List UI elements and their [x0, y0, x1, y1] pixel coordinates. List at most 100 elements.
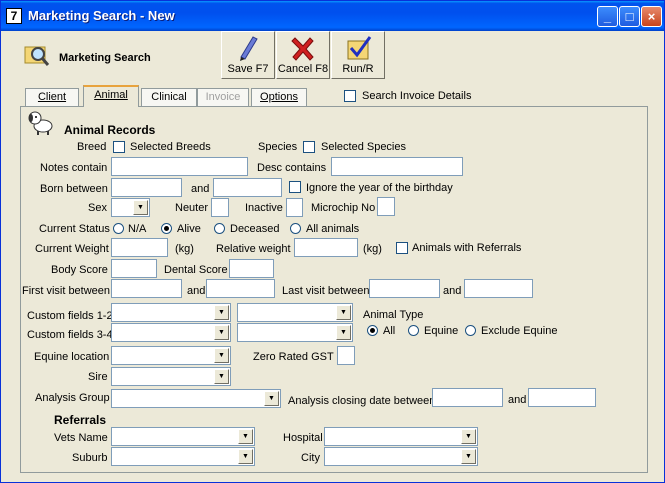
microchip-field[interactable]: [377, 197, 395, 216]
chevron-down-icon[interactable]: ▼: [336, 325, 351, 340]
tab-clinical[interactable]: Clinical: [141, 88, 197, 106]
chevron-down-icon[interactable]: ▼: [133, 200, 148, 215]
sire-label: Sire: [88, 371, 108, 383]
window-title: Marketing Search - New: [28, 8, 175, 23]
magnifier-folder-icon: [24, 46, 50, 66]
tab-options[interactable]: Options: [251, 88, 307, 106]
zero-rated-gst-field[interactable]: [337, 346, 355, 365]
chevron-down-icon[interactable]: ▼: [461, 449, 476, 464]
inactive-field[interactable]: [286, 198, 303, 217]
chevron-down-icon[interactable]: ▼: [238, 449, 253, 464]
vets-name-label: Vets Name: [54, 432, 108, 444]
analysis-group-dropdown[interactable]: ▼: [111, 389, 281, 408]
city-label: City: [301, 452, 320, 464]
city-dropdown[interactable]: ▼: [324, 447, 478, 466]
chevron-down-icon[interactable]: ▼: [214, 305, 229, 320]
last-visit-to-input[interactable]: [464, 279, 533, 298]
status-alive-radio[interactable]: [161, 223, 172, 234]
status-deceased-label: Deceased: [230, 223, 280, 235]
animal-type-label: Animal Type: [363, 309, 424, 321]
suburb-label: Suburb: [72, 452, 108, 464]
toolbar-label: Marketing Search: [59, 52, 151, 64]
vets-name-dropdown[interactable]: ▼: [111, 427, 255, 446]
chevron-down-icon[interactable]: ▼: [214, 369, 229, 384]
hospital-dropdown[interactable]: ▼: [324, 427, 478, 446]
selected-breeds-label: Selected Breeds: [130, 141, 211, 153]
desc-contains-label: Desc contains: [257, 162, 327, 174]
close-button[interactable]: ×: [641, 6, 662, 27]
animals-with-referrals-checkbox[interactable]: [396, 242, 408, 254]
pen-icon: [240, 36, 258, 61]
relative-weight-unit: (kg): [363, 243, 382, 255]
last-visit-and-label: and: [443, 285, 462, 297]
app-icon: 7: [6, 8, 22, 24]
born-from-input[interactable]: [111, 178, 182, 197]
equine-location-dropdown[interactable]: ▼: [111, 346, 231, 365]
status-all-radio[interactable]: [290, 223, 301, 234]
custom-field-1-dropdown[interactable]: ▼: [111, 303, 231, 322]
neuter-field[interactable]: [211, 198, 229, 217]
search-invoice-details-checkbox[interactable]: [344, 90, 356, 102]
sire-dropdown[interactable]: ▼: [111, 367, 231, 386]
last-visit-from-input[interactable]: [369, 279, 440, 298]
current-weight-input[interactable]: [111, 238, 168, 257]
chevron-down-icon[interactable]: ▼: [264, 391, 279, 406]
status-alive-label: Alive: [177, 223, 201, 235]
zero-rated-gst-label: Zero Rated GST: [253, 351, 334, 363]
body-score-input[interactable]: [111, 259, 157, 278]
chevron-down-icon[interactable]: ▼: [461, 429, 476, 444]
dog-icon: [28, 111, 53, 135]
suburb-dropdown[interactable]: ▼: [111, 447, 255, 466]
tab-client[interactable]: Client: [25, 88, 79, 106]
chevron-down-icon[interactable]: ▼: [238, 429, 253, 444]
tab-animal[interactable]: Animal: [83, 85, 139, 107]
custom-fields-34-label: Custom fields 3-4: [27, 329, 113, 341]
type-all-radio[interactable]: [367, 325, 378, 336]
analysis-closing-from-input[interactable]: [432, 388, 503, 407]
type-exclude-equine-label: Exclude Equine: [481, 325, 558, 337]
breed-label: Breed: [77, 141, 107, 153]
custom-field-4-dropdown[interactable]: ▼: [237, 323, 353, 342]
sex-label: Sex: [88, 202, 107, 214]
current-weight-unit: (kg): [175, 243, 194, 255]
hospital-label: Hospital: [283, 432, 323, 444]
title-bar[interactable]: 7 Marketing Search - New _ □ ×: [1, 1, 664, 31]
checkmark-document-icon: [347, 36, 372, 60]
first-visit-from-input[interactable]: [111, 279, 182, 298]
type-equine-radio[interactable]: [408, 325, 419, 336]
search-invoice-details-label: Search Invoice Details: [362, 90, 472, 102]
status-deceased-radio[interactable]: [214, 223, 225, 234]
relative-weight-input[interactable]: [294, 238, 358, 257]
status-na-radio[interactable]: [113, 223, 124, 234]
type-exclude-equine-radio[interactable]: [465, 325, 476, 336]
first-visit-and-label: and: [187, 285, 206, 297]
save-button[interactable]: Save F7: [221, 31, 275, 79]
referrals-heading: Referrals: [54, 413, 107, 427]
notes-contain-input[interactable]: [111, 157, 248, 176]
born-to-input[interactable]: [213, 178, 282, 197]
equine-location-label: Equine location: [34, 351, 110, 363]
relative-weight-label: Relative weight: [216, 243, 291, 255]
run-button[interactable]: Run/R: [331, 31, 385, 79]
selected-breeds-checkbox[interactable]: [113, 141, 125, 153]
dental-score-input[interactable]: [229, 259, 274, 278]
analysis-closing-to-input[interactable]: [528, 388, 596, 407]
cancel-x-icon: [291, 37, 314, 61]
desc-contains-input[interactable]: [331, 157, 463, 176]
sex-dropdown[interactable]: ▼: [111, 198, 150, 217]
chevron-down-icon[interactable]: ▼: [336, 305, 351, 320]
chevron-down-icon[interactable]: ▼: [214, 325, 229, 340]
custom-field-2-dropdown[interactable]: ▼: [237, 303, 353, 322]
chevron-down-icon[interactable]: ▼: [214, 348, 229, 363]
type-all-label: All: [383, 325, 396, 337]
selected-species-checkbox[interactable]: [303, 141, 315, 153]
cancel-button[interactable]: Cancel F8: [276, 31, 330, 79]
minimize-button[interactable]: _: [597, 6, 618, 27]
analysis-closing-and-label: and: [508, 394, 527, 406]
ignore-year-checkbox[interactable]: [289, 181, 301, 193]
first-visit-to-input[interactable]: [206, 279, 275, 298]
toolbar: Marketing Search Save F7 Cancel F8 Run/R: [5, 31, 660, 79]
custom-field-3-dropdown[interactable]: ▼: [111, 323, 231, 342]
maximize-button[interactable]: □: [619, 6, 640, 27]
microchip-label: Microchip No: [311, 202, 376, 214]
